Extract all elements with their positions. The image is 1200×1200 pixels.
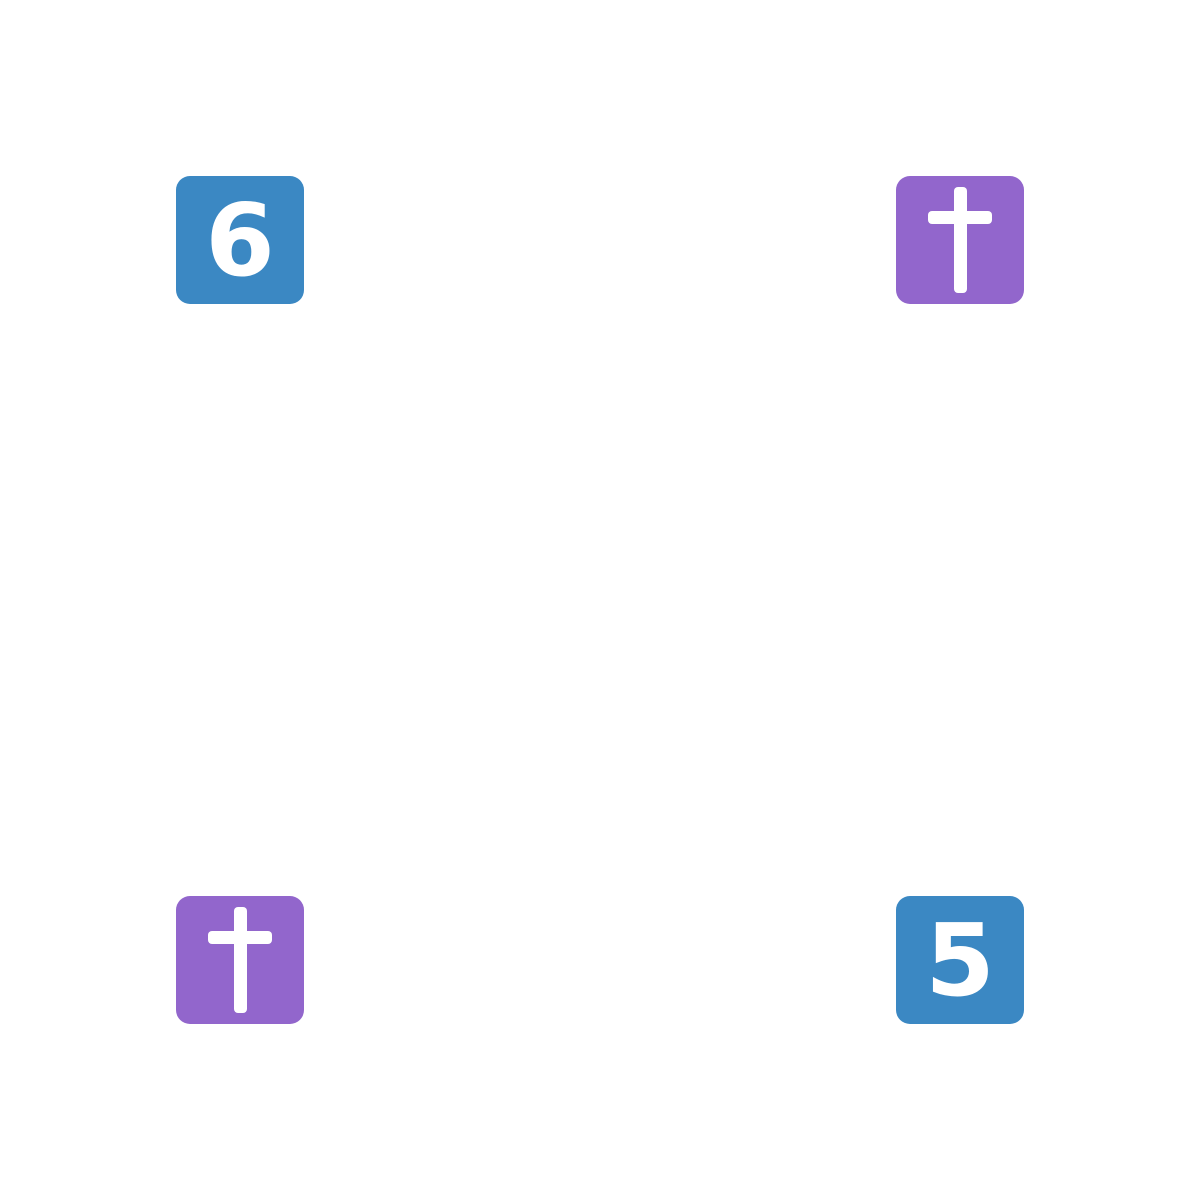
digit-six-label: 6 — [205, 182, 275, 299]
digit-five-label: 5 — [925, 902, 995, 1019]
latin-cross-icon — [896, 176, 1024, 304]
latin-cross-icon — [176, 896, 304, 1024]
keycap-five-icon: 5 — [896, 896, 1024, 1024]
latin-cross-glyph — [928, 187, 992, 293]
latin-cross-glyph — [208, 907, 272, 1013]
keycap-six-icon: 6 — [176, 176, 304, 304]
